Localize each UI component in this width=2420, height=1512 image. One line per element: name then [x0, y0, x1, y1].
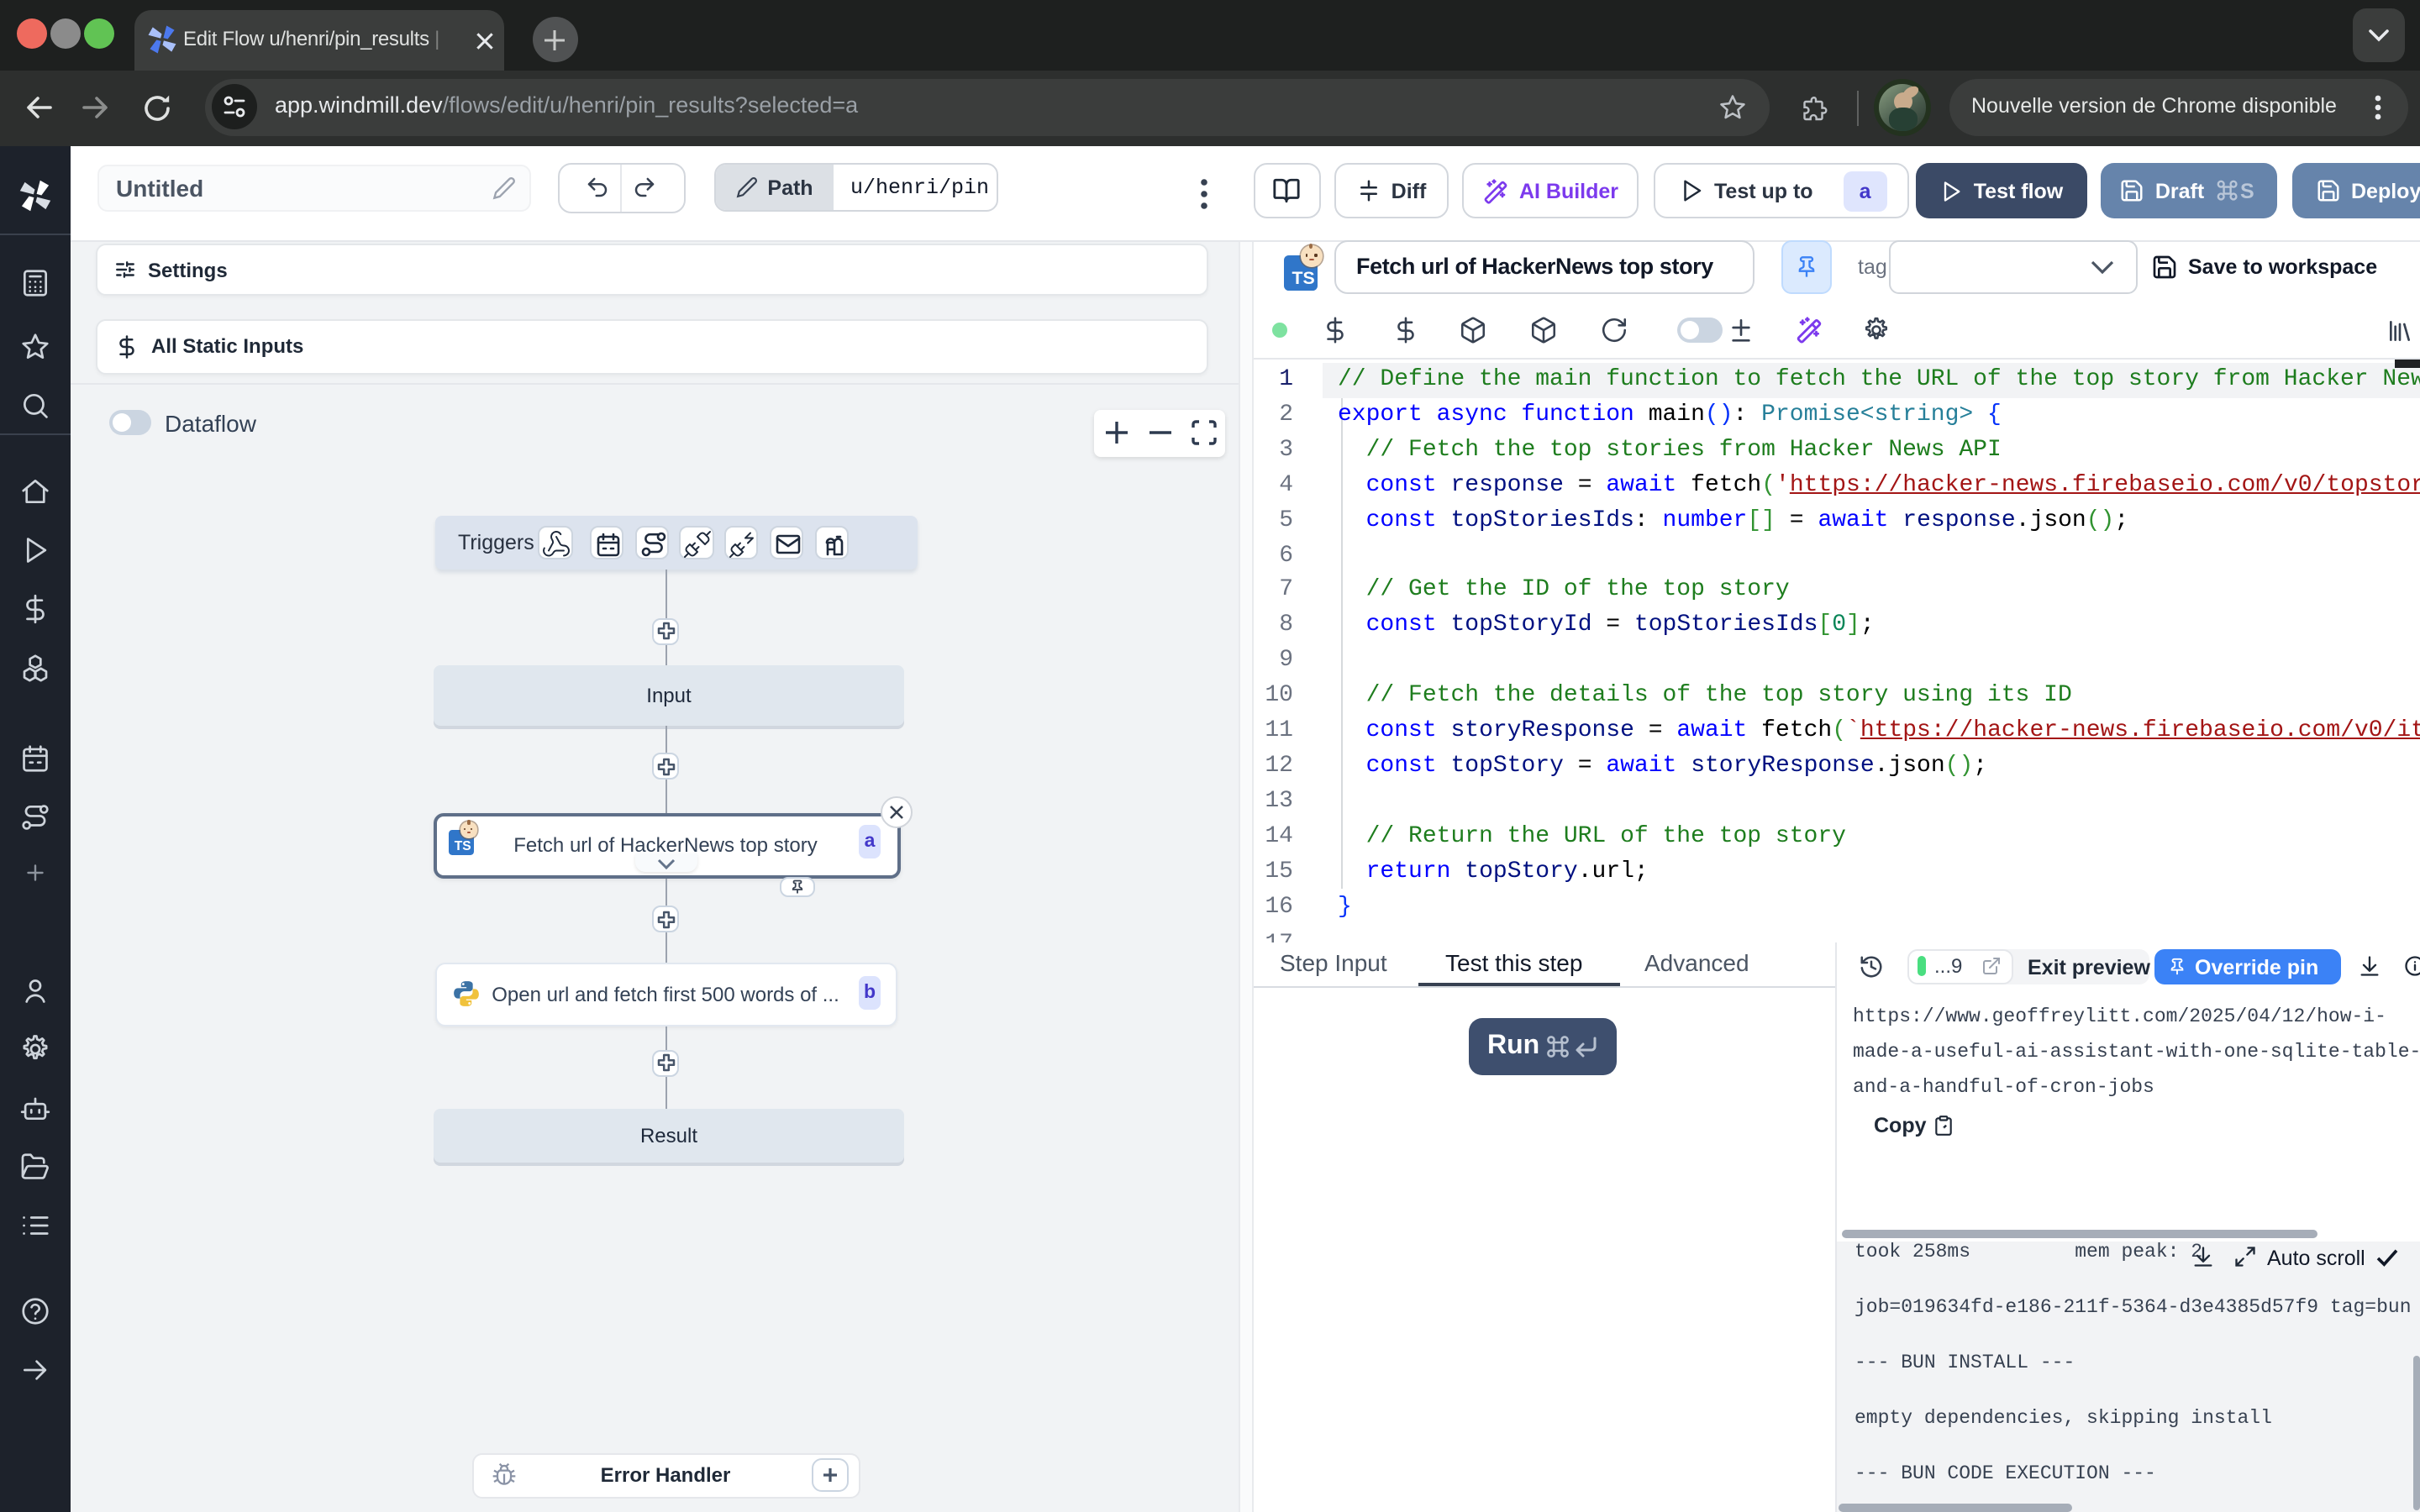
svg-text:S: S — [2239, 180, 2254, 202]
